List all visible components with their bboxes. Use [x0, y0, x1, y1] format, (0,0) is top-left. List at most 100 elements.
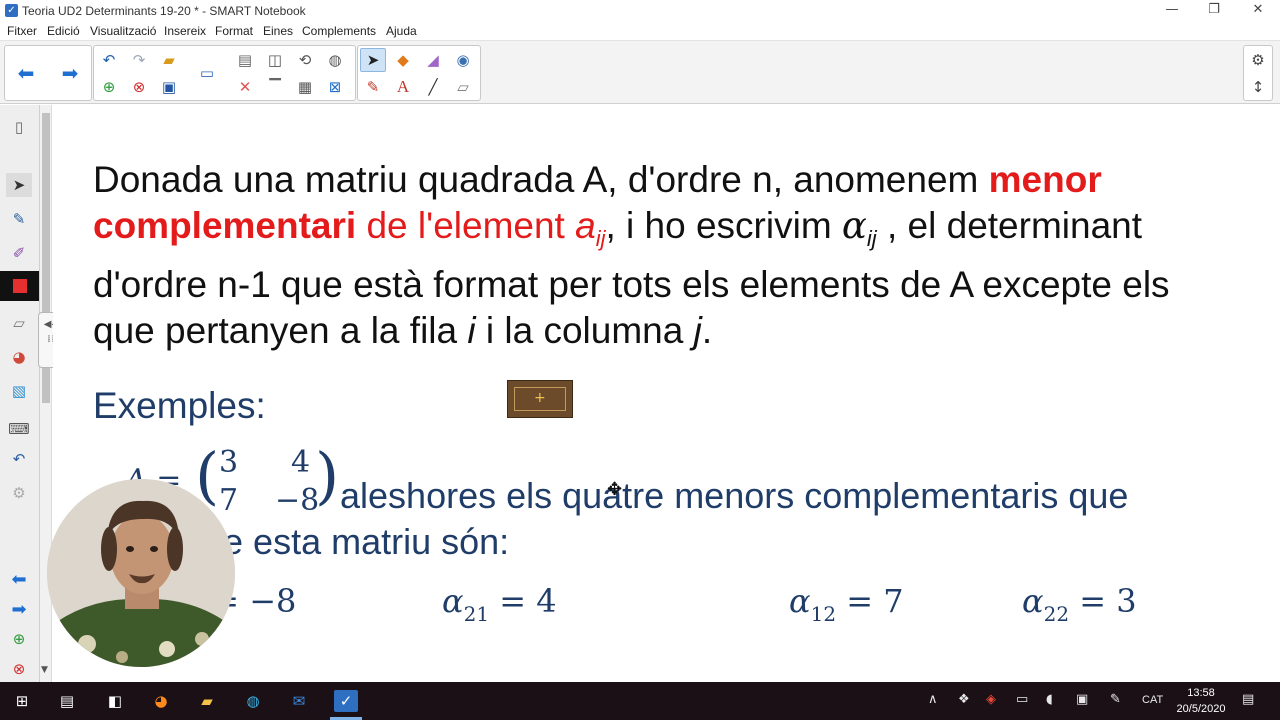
firefox-button[interactable]: ◕ — [150, 690, 172, 712]
page-sorter-button[interactable]: ▯ — [6, 115, 32, 139]
table-button[interactable]: ▦ — [292, 75, 318, 99]
windows-start-button[interactable]: ⊞ — [11, 690, 33, 712]
delete-button[interactable]: ✕ — [232, 75, 258, 99]
keyboard-button[interactable]: ⌨ — [6, 417, 32, 441]
battery-tray[interactable]: ▭ — [1016, 692, 1028, 707]
shapes-button[interactable]: ◆ — [390, 48, 416, 72]
display-button[interactable]: ▭ — [194, 61, 220, 85]
store-button[interactable]: ◧ — [104, 690, 126, 712]
settings-side-icon: ⚙ — [12, 484, 26, 502]
mail-button[interactable]: ✉ — [288, 690, 310, 712]
eraser-icon: ▱ — [457, 78, 469, 96]
smart-notebook-taskbar-icon: ✓ — [339, 692, 353, 710]
notifications-button[interactable]: ▤ — [1242, 692, 1254, 707]
alpha-subscript: ij — [866, 226, 877, 251]
minor-12-symbol: α — [789, 582, 811, 620]
settings-side-button[interactable]: ⚙ — [6, 481, 32, 505]
forward-button[interactable]: ➡ — [57, 61, 83, 85]
previous-page-button[interactable]: ⬅ — [6, 567, 32, 591]
magic-pen-button[interactable]: ◢ — [420, 48, 446, 72]
settings-button[interactable]: ⚙ — [1245, 48, 1271, 72]
taskbar-clock[interactable]: 13:58 20/5/2020 — [1172, 685, 1230, 717]
antivirus-tray[interactable]: ◈ — [986, 692, 996, 707]
select-tool-icon: ➤ — [12, 176, 26, 194]
task-view-button[interactable]: ▤ — [56, 690, 78, 712]
webcam-overlay — [47, 479, 235, 667]
delete-page-side-button[interactable]: ⊗ — [6, 657, 32, 681]
menu-ajuda[interactable]: Ajuda — [386, 24, 417, 38]
menu-format[interactable]: Format — [215, 24, 253, 38]
show-hidden-icons-button[interactable]: ∧ — [928, 692, 938, 707]
undo-side-button[interactable]: ↶ — [6, 447, 32, 471]
language-indicator[interactable]: CAT — [1142, 694, 1163, 706]
gallery-button[interactable]: ▧ — [6, 379, 32, 403]
open-folder-icon: ▰ — [163, 51, 175, 69]
pen-tool-button[interactable]: ✎ — [6, 207, 32, 231]
add-page-side-icon: ⊕ — [12, 630, 26, 648]
para-text-3: de l'element — [356, 205, 576, 246]
web-button[interactable]: ◍ — [322, 48, 348, 72]
close-button[interactable]: ✕ — [1236, 0, 1280, 22]
alpha-symbol: α — [841, 204, 867, 247]
display-icon: ▭ — [199, 64, 215, 82]
dropbox-icon: ❖ — [958, 692, 970, 707]
back-button[interactable]: ⬅ — [13, 61, 39, 85]
volume-tray[interactable]: ◖ — [1046, 692, 1053, 707]
show-hidden-icons-icon: ∧ — [928, 692, 938, 707]
text-button[interactable]: A — [390, 75, 416, 99]
fill-tool-button[interactable]: ◕ — [6, 345, 32, 369]
page-sorter-icon: ▯ — [14, 118, 24, 136]
clock-date: 20/5/2020 — [1176, 703, 1226, 715]
minor-alpha-22: α22 = 3 — [1022, 582, 1137, 626]
para-text-6: , i ho escrivim — [605, 205, 842, 246]
menu-eines[interactable]: Eines — [263, 24, 293, 38]
menu-fitxer[interactable]: Fitxer — [7, 24, 37, 38]
eraser-tool-button[interactable]: ▱ — [6, 311, 32, 335]
fill-button[interactable]: ◉ — [450, 48, 476, 72]
next-page-button[interactable]: ➡ — [6, 597, 32, 621]
open-button[interactable]: ▰ — [156, 48, 182, 72]
menu-visualitzacio[interactable]: Visualització — [90, 24, 156, 38]
screen-capture-button[interactable]: ◫ — [262, 48, 288, 72]
edge-button[interactable]: ◍ — [242, 690, 264, 712]
undo-button[interactable]: ↶ — [96, 48, 122, 72]
delete-page-icon: ⊗ — [132, 78, 146, 96]
file-explorer-button[interactable]: ▰ — [196, 690, 218, 712]
add-page-side-button[interactable]: ⊕ — [6, 627, 32, 651]
scroll-down-icon[interactable]: ▼ — [41, 665, 48, 675]
eraser-button[interactable]: ▱ — [450, 75, 476, 99]
screen-shade-button[interactable]: ▔ — [262, 75, 288, 99]
select-tool-button[interactable]: ➤ — [6, 173, 32, 197]
highlighter-button[interactable]: ✐ — [6, 241, 32, 265]
embedded-widget[interactable]: + — [507, 380, 573, 418]
paste-icon: ▤ — [237, 51, 253, 69]
pen-workspace-tray[interactable]: ✎ — [1110, 692, 1121, 707]
menu-edicio[interactable]: Edició — [47, 24, 80, 38]
undo-alt-button[interactable]: ⟲ — [292, 48, 318, 72]
pens-button[interactable]: ✎ — [360, 75, 386, 99]
red-color-button[interactable] — [0, 271, 39, 301]
minimize-button[interactable]: — — [1150, 0, 1194, 22]
redo-button[interactable]: ↷ — [126, 48, 152, 72]
save-button[interactable]: ▣ — [156, 75, 182, 99]
volume-icon: ◖ — [1046, 692, 1053, 707]
network-tray[interactable]: ▣ — [1076, 692, 1088, 707]
edge-icon: ◍ — [246, 692, 260, 710]
forward-arrow-icon: ➡ — [61, 61, 79, 85]
mail-icon: ✉ — [292, 692, 306, 710]
menu-insereix[interactable]: Insereix — [164, 24, 206, 38]
fullscreen-button[interactable]: ⊠ — [322, 75, 348, 99]
smart-notebook-taskbar-button[interactable]: ✓ — [334, 690, 358, 712]
paste-button[interactable]: ▤ — [232, 48, 258, 72]
delete-page-button[interactable]: ⊗ — [126, 75, 152, 99]
menu-complements[interactable]: Complements — [302, 24, 376, 38]
restore-button[interactable]: ❐ — [1192, 0, 1236, 22]
dropbox-tray[interactable]: ❖ — [958, 692, 970, 707]
slide-canvas[interactable]: Donada una matriu quadrada A, d'ordre n,… — [53, 105, 1280, 682]
smart-notebook-window: ✓ Teoria UD2 Determinants 19-20 * - SMAR… — [0, 0, 1280, 720]
add-page-button[interactable]: ⊕ — [96, 75, 122, 99]
move-toolbar-button[interactable]: ↕ — [1245, 75, 1271, 99]
line-button[interactable]: ╱ — [420, 75, 446, 99]
select-button[interactable]: ➤ — [360, 48, 386, 72]
keyboard-icon: ⌨ — [8, 420, 30, 438]
